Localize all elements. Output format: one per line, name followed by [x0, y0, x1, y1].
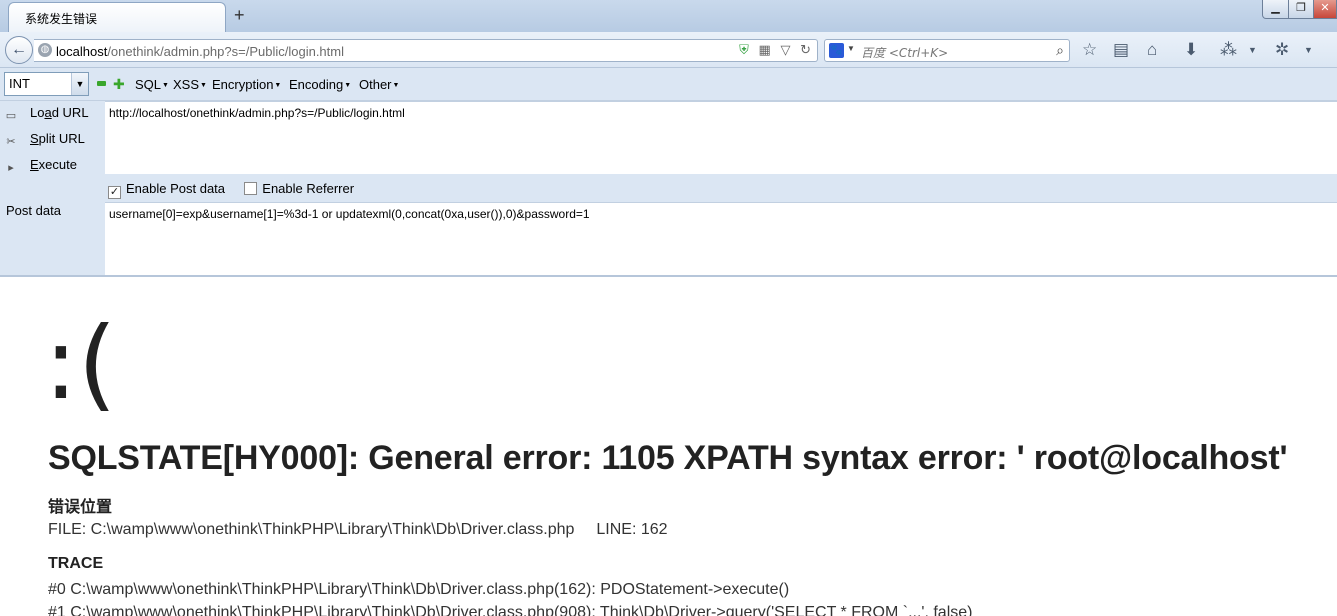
menu-encoding-label: Encoding: [289, 77, 344, 92]
checkbox-unchecked-icon[interactable]: [244, 182, 258, 195]
minimize-button[interactable]: ▁: [1262, 0, 1289, 19]
firebug-icon[interactable]: ✲: [1275, 40, 1289, 60]
menu-encryption[interactable]: Encryption▼: [212, 77, 281, 92]
enable-referrer-checkbox[interactable]: Enable Referrer: [244, 181, 354, 196]
globe-icon: ◍: [38, 43, 52, 57]
options-row: ✓ Enable Post data Enable Referrer: [108, 181, 354, 199]
back-arrow-icon[interactable]: ←: [5, 36, 33, 64]
chevron-down-icon[interactable]: ▼: [71, 73, 88, 95]
url-textarea[interactable]: http://localhost/onethink/admin.php?s=/P…: [105, 101, 1337, 174]
split-url-label-key: S: [30, 131, 39, 146]
tab-active[interactable]: 系统发生错误: [8, 2, 226, 32]
firebug-dropdown-icon[interactable]: ▼: [1304, 40, 1313, 60]
download-icon[interactable]: ⬇: [1184, 40, 1198, 60]
trace-title: TRACE: [48, 555, 104, 572]
trace-line: #1 C:\wamp\www\onethink\ThinkPHP\Library…: [48, 604, 973, 616]
type-select-value: INT: [9, 76, 30, 91]
split-url-label-post: plit URL: [38, 131, 85, 146]
close-window-button[interactable]: ✕: [1313, 0, 1337, 19]
sad-face: :(: [44, 305, 117, 422]
checkbox-checked-icon[interactable]: ✓: [108, 186, 121, 199]
url-path: /onethink/admin.php?s=/Public/login.html: [107, 44, 344, 59]
post-data-textarea[interactable]: username[0]=exp&username[1]=%3d-1 or upd…: [105, 202, 1337, 275]
enable-post-label: Enable Post data: [126, 181, 226, 196]
menu-sql-label: SQL: [135, 77, 162, 92]
error-line: LINE: 162: [596, 521, 668, 538]
reload-icon[interactable]: ↻: [800, 42, 811, 57]
search-bar[interactable]: 🐾 ▼ 百度 <Ctrl+K> ⌕: [824, 39, 1070, 62]
reading-list-icon[interactable]: ▤: [1113, 40, 1129, 60]
execute-label-key: E: [30, 157, 39, 172]
shield-icon[interactable]: ⛨: [739, 42, 749, 57]
execute-button[interactable]: ▸ Execute: [4, 157, 77, 175]
translate-icon[interactable]: ⁂: [1220, 40, 1237, 60]
increase-button[interactable]: ✚: [113, 77, 125, 91]
menu-encoding[interactable]: Encoding▼: [289, 77, 351, 92]
menu-xss[interactable]: XSS▼: [173, 77, 207, 92]
address-bar-icons: ⛨ ▦ ▽ ↻: [733, 42, 811, 58]
enable-post-checkbox[interactable]: ✓ Enable Post data: [108, 181, 226, 199]
load-url-button[interactable]: ▭ Load URL: [4, 105, 89, 123]
maximize-button[interactable]: ❐: [1288, 0, 1314, 19]
tab-title: 系统发生错误: [25, 12, 98, 26]
play-icon: ▸: [8, 162, 14, 174]
load-url-icon: ▭: [5, 110, 17, 122]
baidu-paw-icon[interactable]: 🐾: [829, 43, 844, 58]
title-bar: 系统发生错误 + ▁ ❐ ✕: [0, 0, 1337, 32]
load-url-label-post: d URL: [51, 105, 89, 120]
load-url-label-key: a: [44, 105, 52, 120]
load-url-label-pre: Lo: [30, 105, 45, 120]
star-icon[interactable]: ☆: [1082, 40, 1097, 60]
menu-other-label: Other: [359, 77, 392, 92]
dropdown-arrow-icon[interactable]: ▽: [780, 42, 790, 57]
menu-xss-label: XSS: [173, 77, 200, 92]
menu-other[interactable]: Other▼: [359, 77, 399, 92]
error-file: FILE: C:\wamp\www\onethink\ThinkPHP\Libr…: [48, 521, 575, 538]
navigation-bar: ← ◍ localhost/onethink/admin.php?s=/Publ…: [0, 32, 1337, 68]
error-page: :( SQLSTATE[HY000]: General error: 1105 …: [0, 279, 1337, 616]
error-location: FILE: C:\wamp\www\onethink\ThinkPHP\Libr…: [48, 521, 668, 539]
type-select[interactable]: INT ▼: [4, 72, 89, 96]
address-bar[interactable]: ◍ localhost/onethink/admin.php?s=/Public…: [34, 39, 818, 62]
search-icon[interactable]: ⌕: [1056, 42, 1064, 59]
url-host: localhost: [56, 44, 108, 59]
home-icon[interactable]: ⌂: [1147, 40, 1157, 60]
trace-line: #0 C:\wamp\www\onethink\ThinkPHP\Library…: [48, 581, 790, 598]
new-tab-button[interactable]: +: [234, 5, 245, 25]
scissors-icon: ✂: [6, 136, 16, 148]
translate-dropdown-icon[interactable]: ▼: [1248, 40, 1257, 60]
engine-dropdown-icon[interactable]: ▼: [847, 44, 855, 53]
post-data-label: Post data: [6, 203, 61, 218]
enable-referrer-label: Enable Referrer: [262, 181, 355, 196]
error-location-title: 错误位置: [48, 497, 113, 516]
hackbar-panel: ▭ Load URL ✂ Split URL ▸ Execute http://loc…: [0, 101, 1337, 277]
error-message: SQLSTATE[HY000]: General error: 1105 XPA…: [48, 439, 1288, 477]
qr-code-icon[interactable]: ▦: [759, 42, 771, 57]
menu-encryption-label: Encryption: [212, 77, 274, 92]
address-text[interactable]: localhost/onethink/admin.php?s=/Public/l…: [56, 44, 344, 59]
split-url-button[interactable]: ✂ Split URL: [4, 131, 85, 149]
execute-label-post: xecute: [38, 157, 77, 172]
decrease-button[interactable]: [97, 81, 106, 86]
search-input[interactable]: 百度 <Ctrl+K>: [861, 44, 948, 61]
menu-sql[interactable]: SQL▼: [135, 77, 169, 92]
hackbar-toolbar: INT ▼ ✚ SQL▼ XSS▼ Encryption▼ Encoding▼ …: [0, 68, 1337, 101]
